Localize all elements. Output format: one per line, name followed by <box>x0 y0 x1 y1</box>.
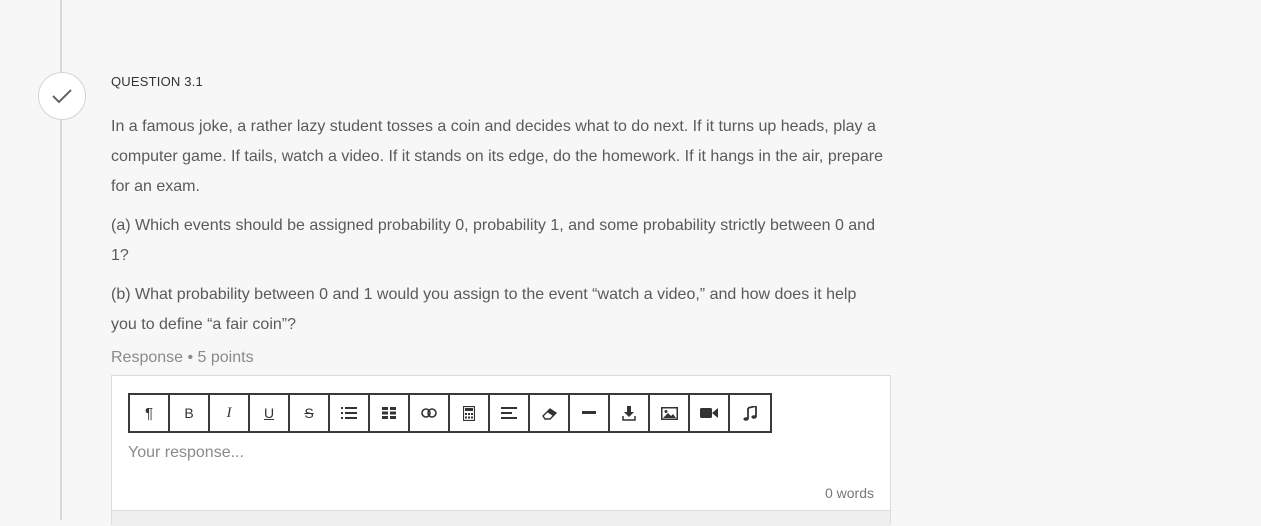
download-button[interactable] <box>610 395 650 431</box>
question-block: QUESTION 3.1 In a famous joke, a rather … <box>111 72 891 372</box>
audio-button[interactable] <box>730 395 770 431</box>
underline-button[interactable]: U <box>250 395 290 431</box>
align-left-icon <box>501 407 517 419</box>
response-input[interactable]: Your response... <box>128 444 244 462</box>
underline-icon: U <box>263 405 275 421</box>
video-camera-icon <box>700 408 718 418</box>
paragraph-button[interactable]: ¶ <box>130 395 170 431</box>
image-button[interactable] <box>650 395 690 431</box>
download-icon <box>622 405 636 421</box>
link-icon <box>421 408 437 418</box>
editor-toolbar: ¶ B I U S <box>128 393 772 433</box>
image-icon <box>660 406 678 420</box>
align-button[interactable] <box>490 395 530 431</box>
question-part-a: (a) Which events should be assigned prob… <box>111 217 875 264</box>
calculator-button[interactable] <box>450 395 490 431</box>
strikethrough-icon: S <box>304 405 314 421</box>
question-prompt: In a famous joke, a rather lazy student … <box>111 118 883 195</box>
checkmark-icon <box>52 89 72 104</box>
word-count: 0 words <box>824 485 874 501</box>
list-icon <box>341 407 357 419</box>
horizontal-rule-button[interactable] <box>570 395 610 431</box>
bold-button[interactable]: B <box>170 395 210 431</box>
table-icon <box>382 407 396 419</box>
response-points: Response • 5 points <box>111 349 254 366</box>
question-part-b: (b) What probability between 0 and 1 wou… <box>111 286 857 333</box>
strikethrough-button[interactable]: S <box>290 395 330 431</box>
italic-icon: I <box>226 404 232 421</box>
editor-footer <box>112 510 890 526</box>
calculator-icon <box>463 405 475 421</box>
completion-status <box>38 72 86 120</box>
bulleted-list-button[interactable] <box>330 395 370 431</box>
pilcrow-icon: ¶ <box>144 404 154 422</box>
bold-icon: B <box>184 405 194 421</box>
clear-format-button[interactable] <box>530 395 570 431</box>
question-label: QUESTION 3.1 <box>111 74 203 89</box>
music-note-icon <box>743 405 757 421</box>
eraser-icon <box>541 407 557 420</box>
response-editor: ¶ B I U S Your response... 0 words <box>111 375 891 526</box>
italic-button[interactable]: I <box>210 395 250 431</box>
table-button[interactable] <box>370 395 410 431</box>
link-button[interactable] <box>410 395 450 431</box>
horizontal-rule-icon <box>582 411 596 414</box>
video-button[interactable] <box>690 395 730 431</box>
